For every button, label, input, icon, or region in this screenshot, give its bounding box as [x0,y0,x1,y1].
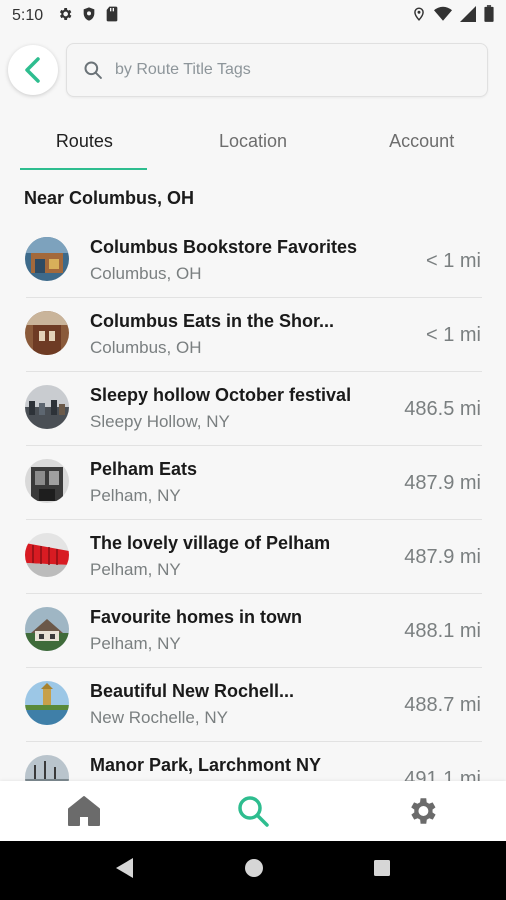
list-item[interactable]: Pelham Eats Pelham, NY 487.9 mi [0,446,506,520]
list-item[interactable]: Manor Park, Larchmont NY 491.1 mi [0,742,506,781]
status-time: 5:10 [12,7,44,24]
route-distance: 487.9 mi [404,472,481,494]
route-title: Beautiful New Rochell... [90,681,295,701]
route-title: Columbus Eats in the Shor... [90,311,335,331]
route-list[interactable]: Columbus Bookstore Favorites Columbus, O… [0,224,506,781]
route-title: Columbus Bookstore Favorites [90,237,358,257]
list-item[interactable]: Beautiful New Rochell... New Rochelle, N… [0,668,506,742]
tab-account[interactable]: Account [337,112,506,170]
route-title: Manor Park, Larchmont NY [90,755,322,775]
route-location: Sleepy Hollow, NY [90,412,230,431]
nav-home[interactable] [0,781,169,841]
system-navigation-bar [0,841,506,900]
status-left: 5:10 [12,6,119,27]
system-home-button[interactable] [244,858,264,883]
system-back-button[interactable] [115,857,135,884]
route-location: Columbus, OH [90,338,202,357]
triangle-back-icon [115,858,133,878]
bottom-navigation [0,781,506,841]
route-distance: 486.5 mi [404,398,481,420]
chevron-left-icon [25,57,40,83]
back-button[interactable] [8,45,58,95]
route-thumbnail [25,681,69,725]
route-thumbnail [25,237,69,281]
sd-card-icon [105,6,119,27]
route-thumbnail [25,533,69,577]
list-item[interactable]: Favourite homes in town Pelham, NY 488.1… [0,594,506,668]
route-location: Pelham, NY [90,634,181,653]
route-thumbnail [25,755,69,781]
search-icon [84,61,102,79]
route-distance: 491.1 mi [404,768,481,781]
route-distance: < 1 mi [425,324,481,346]
search-bar[interactable] [66,43,488,97]
system-recents-button[interactable] [373,859,391,882]
route-title: The lovely village of Pelham [90,533,331,553]
tab-routes[interactable]: Routes [0,112,169,170]
route-thumbnail [25,607,69,651]
search-input[interactable] [115,61,455,79]
status-bar: 5:10 [0,0,506,32]
route-distance: < 1 mi [425,250,481,272]
route-location: New Rochelle, NY [90,708,228,727]
nav-settings[interactable] [337,781,506,841]
circle-home-icon [244,859,263,877]
route-thumbnail [25,385,69,429]
list-item[interactable]: Sleepy hollow October festival Sleepy Ho… [0,372,506,446]
wifi-icon [434,6,452,27]
status-right [412,5,494,27]
battery-icon [484,5,494,27]
route-thumbnail [25,459,69,503]
nav-search[interactable] [169,781,338,841]
route-distance: 488.7 mi [404,694,481,716]
route-thumbnail [25,311,69,355]
route-distance: 488.1 mi [404,620,481,642]
settings-icon [410,798,436,824]
location-icon [412,6,426,27]
route-distance: 487.9 mi [404,546,481,568]
square-recents-icon [374,860,391,876]
list-item[interactable]: The lovely village of Pelham Pelham, NY … [0,520,506,594]
route-title: Favourite homes in town [90,607,303,627]
home-icon [68,796,101,826]
search-icon [238,796,269,827]
active-tab-indicator [20,168,147,170]
signal-icon [460,5,476,27]
gear-icon [57,6,73,27]
route-location: Pelham, NY [90,486,181,505]
app-screen: 5:10 by Route Title Tags Routes Location… [0,0,506,900]
route-location: Pelham, NY [90,560,181,579]
list-item[interactable]: Columbus Eats in the Shor... Columbus, O… [0,298,506,372]
tab-bar: Routes Location Account [0,112,506,170]
route-title: Pelham Eats [90,459,198,479]
section-title: Near Columbus, OH [24,188,195,208]
route-title: Sleepy hollow October festival [90,385,352,405]
route-location: Columbus, OH [90,264,202,283]
tab-location[interactable]: Location [169,112,338,170]
list-item[interactable]: Columbus Bookstore Favorites Columbus, O… [0,224,506,298]
shield-icon [81,6,97,27]
